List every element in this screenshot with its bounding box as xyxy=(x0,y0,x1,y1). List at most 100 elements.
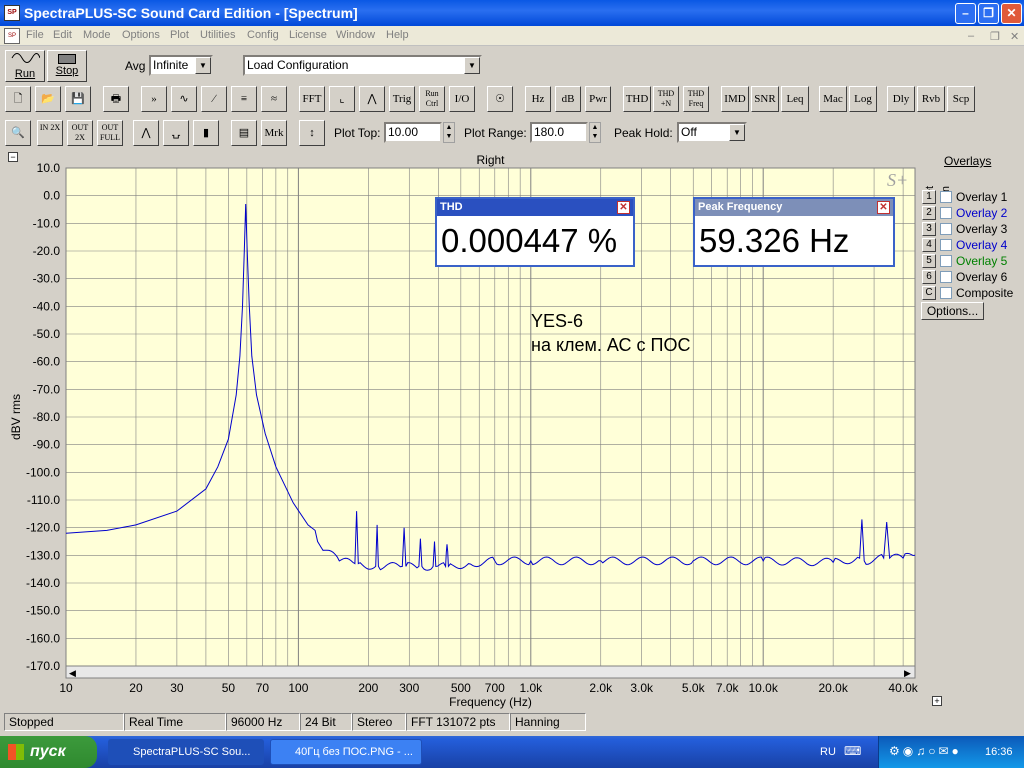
io-button[interactable]: I/O xyxy=(449,86,475,112)
zoom-icon[interactable]: 🔍 xyxy=(5,120,31,146)
forward-icon[interactable]: » xyxy=(141,86,167,112)
zoom-out-full-icon[interactable]: OUT FULL xyxy=(97,120,123,146)
chevron-down-icon[interactable]: ▼ xyxy=(464,57,480,74)
phase-icon[interactable]: ⋀ xyxy=(359,86,385,112)
menu-help[interactable]: Help xyxy=(386,29,409,41)
plot-range-input[interactable]: 180.0 xyxy=(530,122,588,143)
snr-button[interactable]: SNR xyxy=(751,86,779,112)
open-folder-icon[interactable]: 📂 xyxy=(35,86,61,112)
step-plot-icon[interactable]: ⍽ xyxy=(163,120,189,146)
close-icon[interactable]: ✕ xyxy=(617,201,630,214)
db-button[interactable]: dB xyxy=(555,86,581,112)
language-indicator[interactable]: RU xyxy=(820,746,836,758)
overlay-set-button[interactable]: 2 xyxy=(922,206,936,220)
mdi-minimize-icon[interactable]: – xyxy=(968,30,974,42)
task-image-viewer[interactable]: 40Гц без ПОС.PNG - ... xyxy=(270,739,422,765)
start-button[interactable]: пуск xyxy=(0,736,97,768)
menu-options[interactable]: Options xyxy=(122,29,160,41)
plot-range-spinner[interactable]: ▲ ▼ xyxy=(589,122,601,143)
generator-icon[interactable]: ☉ xyxy=(487,86,513,112)
menu-plot[interactable]: Plot xyxy=(170,29,189,41)
axis-icon[interactable]: ⌞ xyxy=(329,86,355,112)
restore-button[interactable]: ❐ xyxy=(978,3,999,24)
app-icon[interactable]: SP xyxy=(4,5,20,21)
overlay-checkbox[interactable] xyxy=(940,223,952,235)
spectrum-tool-icon[interactable]: ∿ xyxy=(171,86,197,112)
window-title: SpectraPLUS-SC Sound Card Edition - [Spe… xyxy=(24,5,358,21)
tray-icons[interactable]: ⚙◉♫○✉● xyxy=(889,744,962,758)
overlay-set-button[interactable]: 4 xyxy=(922,238,936,252)
mdi-close-icon[interactable]: ✕ xyxy=(1010,30,1019,43)
plot-top-spinner[interactable]: ▲ ▼ xyxy=(443,122,455,143)
plot-top-input[interactable]: 10.00 xyxy=(384,122,442,143)
mdi-restore-icon[interactable]: ❐ xyxy=(990,30,1000,43)
wave-tool-icon[interactable]: ∕ xyxy=(201,86,227,112)
mac-button[interactable]: Mac xyxy=(819,86,847,112)
trig-button[interactable]: Trig xyxy=(389,86,415,112)
minimize-button[interactable]: – xyxy=(955,3,976,24)
peak-frequency-window[interactable]: Peak Frequency ✕ 59.326 Hz xyxy=(693,197,895,267)
overlay-checkbox[interactable] xyxy=(940,271,952,283)
range-icon[interactable]: ↕ xyxy=(299,120,325,146)
document-icon[interactable]: SP xyxy=(4,28,20,44)
task-spectraplus[interactable]: SpectraPLUS-SC Sou... xyxy=(108,739,264,765)
expand-icon[interactable]: + xyxy=(932,696,942,706)
close-button[interactable]: ✕ xyxy=(1001,3,1022,24)
print-icon[interactable]: 🖶 xyxy=(103,86,129,112)
close-icon[interactable]: ✕ xyxy=(877,201,890,214)
menu-file[interactable]: File xyxy=(26,29,44,41)
rvb-button[interactable]: Rvb xyxy=(917,86,945,112)
overlay-options-button[interactable]: Options... xyxy=(921,302,984,320)
fft-button[interactable]: FFT xyxy=(299,86,325,112)
thd-window[interactable]: THD ✕ 0.000447 % xyxy=(435,197,635,267)
zoom-in-2x-icon[interactable]: IN 2X xyxy=(37,120,63,146)
overlay-set-button[interactable]: 3 xyxy=(922,222,936,236)
log-button[interactable]: Log xyxy=(849,86,877,112)
imd-button[interactable]: IMD xyxy=(721,86,749,112)
overlay-set-button[interactable]: C xyxy=(922,286,936,300)
marker-button[interactable]: Mrk xyxy=(261,120,287,146)
overlay-set-button[interactable]: 1 xyxy=(922,190,936,204)
pwr-button[interactable]: Pwr xyxy=(585,86,611,112)
new-file-icon[interactable]: 🗋 xyxy=(5,86,31,112)
legend-icon[interactable]: ▤ xyxy=(231,120,257,146)
menu-license[interactable]: License xyxy=(289,29,327,41)
run-button[interactable]: Run xyxy=(5,50,45,82)
stop-button[interactable]: Stop xyxy=(47,50,87,82)
waterfall-icon[interactable]: ≡ xyxy=(231,86,257,112)
run-ctrl-button[interactable]: Run Ctrl xyxy=(419,86,445,112)
peak-hold-select[interactable]: Off ▼ xyxy=(677,122,747,143)
line-plot-icon[interactable]: ⋀ xyxy=(133,120,159,146)
menu-edit[interactable]: Edit xyxy=(53,29,72,41)
overlay-set-button[interactable]: 6 xyxy=(922,270,936,284)
surface-icon[interactable]: ≈ xyxy=(261,86,287,112)
avg-select[interactable]: Infinite ▼ xyxy=(149,55,213,76)
overlay-set-button[interactable]: 5 xyxy=(922,254,936,268)
menu-config[interactable]: Config xyxy=(247,29,279,41)
scp-button[interactable]: Scp xyxy=(947,86,975,112)
zoom-out-2x-icon[interactable]: OUT 2X xyxy=(67,120,93,146)
overlay-checkbox[interactable] xyxy=(940,287,952,299)
chevron-down-icon[interactable]: ▼ xyxy=(195,57,211,74)
menu-mode[interactable]: Mode xyxy=(83,29,111,41)
hz-button[interactable]: Hz xyxy=(525,86,551,112)
thd-window-title: THD ✕ xyxy=(437,199,633,216)
thd-button[interactable]: THD xyxy=(623,86,651,112)
leq-button[interactable]: Leq xyxy=(781,86,809,112)
overlay-checkbox[interactable] xyxy=(940,239,952,251)
overlay-checkbox[interactable] xyxy=(940,191,952,203)
thd-freq-button[interactable]: THD Freq xyxy=(683,86,709,112)
overlay-checkbox[interactable] xyxy=(940,207,952,219)
bar-plot-icon[interactable]: ▮ xyxy=(193,120,219,146)
chevron-down-icon[interactable]: ▼ xyxy=(729,124,745,141)
x-tick-label: 100 xyxy=(288,681,308,695)
overlay-checkbox[interactable] xyxy=(940,255,952,267)
thdn-button[interactable]: THD +N xyxy=(653,86,679,112)
config-select[interactable]: Load Configuration ▼ xyxy=(243,55,482,76)
menu-utilities[interactable]: Utilities xyxy=(200,29,235,41)
save-icon[interactable]: 💾 xyxy=(65,86,91,112)
keyboard-icon[interactable]: ⌨ xyxy=(844,744,861,758)
menu-window[interactable]: Window xyxy=(336,29,375,41)
collapse-icon[interactable]: − xyxy=(8,152,18,162)
dly-button[interactable]: Dly xyxy=(887,86,915,112)
